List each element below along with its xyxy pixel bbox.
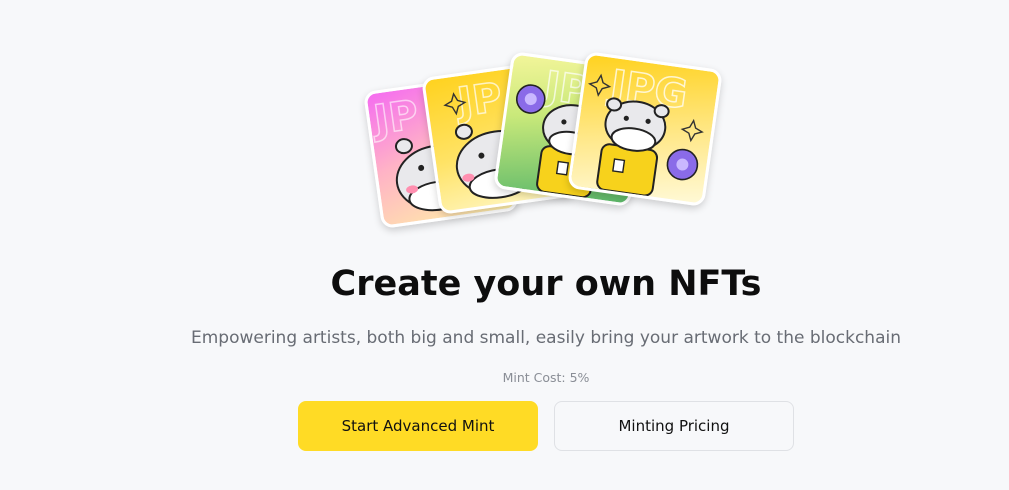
mint-landing-page: JP JP JP JPG Create your own NFTs Empowe… [0,0,1009,490]
page-title: Create your own NFTs [330,264,762,304]
svg-text:JP: JP [368,92,421,144]
minting-pricing-label: Minting Pricing [618,417,730,435]
minting-pricing-button[interactable]: Minting Pricing [554,401,794,451]
nft-card-stack-illustration: JP JP JP JPG [362,48,732,229]
mint-cost-label: Mint Cost: 5% [502,370,590,385]
start-advanced-mint-label: Start Advanced Mint [341,417,495,435]
start-advanced-mint-button[interactable]: Start Advanced Mint [298,401,538,451]
nft-card-cheering: JPG [567,51,723,207]
page-subtitle: Empowering artists, both big and small, … [190,328,901,348]
